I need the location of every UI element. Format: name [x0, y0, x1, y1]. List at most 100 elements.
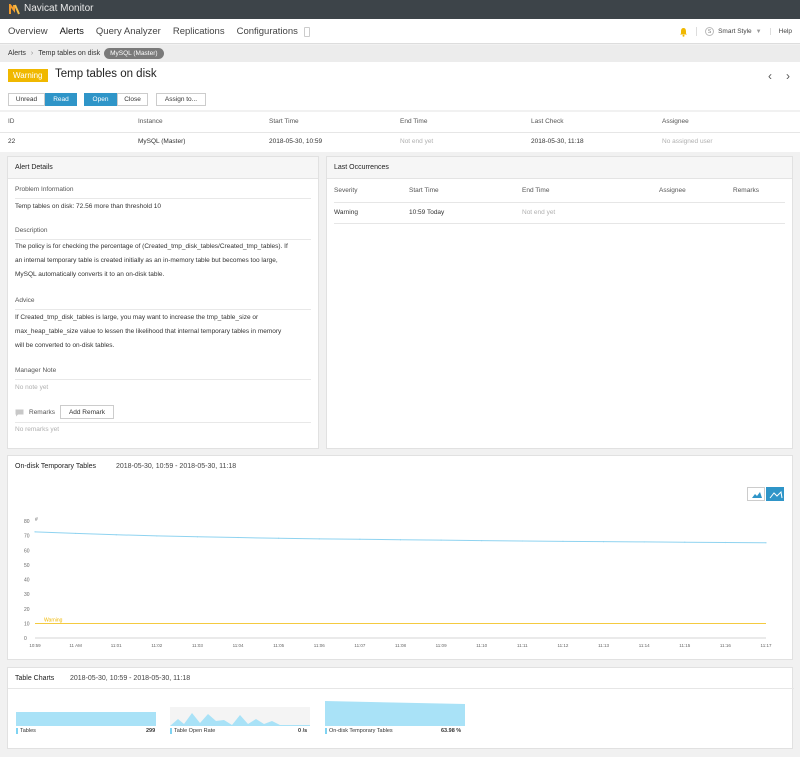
- y-tick-label: 40: [24, 578, 30, 584]
- breadcrumb: Alerts › Temp tables on disk MySQL (Mast…: [0, 45, 800, 62]
- x-tick-label: 11:13: [598, 643, 609, 648]
- nav-more-icon[interactable]: [303, 26, 310, 37]
- nav-alerts[interactable]: Alerts: [60, 19, 84, 44]
- y-tick-label: 10: [24, 621, 30, 627]
- x-tick-label: 11:17: [761, 643, 772, 648]
- advice-line-3: will be converted to on-disk tables.: [15, 342, 115, 349]
- advice-line-1: If Created_tmp_disk_tables is large, you…: [15, 314, 259, 321]
- series-point: [115, 534, 117, 536]
- remarks-label: Remarks: [29, 409, 56, 416]
- series-point: [34, 531, 36, 533]
- series-point: [724, 541, 726, 544]
- summary-end: Not end yet: [400, 138, 434, 145]
- series-point: [196, 536, 199, 538]
- alert-details-panel: Alert Details Problem Information Temp t…: [7, 156, 319, 449]
- x-tick-label: 11:10: [476, 643, 487, 648]
- nav-right: S Smart Style ▼ Help: [679, 19, 792, 44]
- tables-value: 299: [146, 728, 156, 734]
- x-tick-label: 11:01: [111, 643, 122, 648]
- x-tick-label: 11:06: [314, 643, 325, 648]
- summary-header-id: ID: [8, 118, 15, 125]
- next-alert-icon[interactable]: ›: [786, 69, 790, 83]
- x-tick-label: 11:08: [395, 643, 406, 648]
- series-point: [684, 541, 686, 543]
- series-point: [399, 539, 402, 541]
- y-tick-label: 0: [24, 636, 27, 642]
- help-link[interactable]: Help: [769, 28, 792, 35]
- y-tick-label: 80: [24, 519, 30, 525]
- series-point: [562, 540, 564, 542]
- last-occurrences-panel: Last Occurrences Severity Start Time End…: [326, 156, 793, 449]
- assign-button[interactable]: Assign to...: [156, 93, 206, 106]
- chevron-down-icon: ▼: [755, 28, 762, 35]
- summary-divider: [0, 132, 800, 133]
- close-button[interactable]: Close: [117, 93, 148, 106]
- read-button[interactable]: Read: [45, 93, 77, 106]
- chart-title: On-disk Temporary Tables: [15, 463, 97, 470]
- y-axis-label: #: [35, 517, 38, 523]
- on-disk-temp-value: 63.98 %: [441, 728, 462, 734]
- description-label: Description: [15, 227, 48, 234]
- nav-query-analyzer[interactable]: Query Analyzer: [96, 19, 161, 44]
- problem-divider: [15, 198, 311, 199]
- area-chart-toggle[interactable]: [747, 487, 765, 501]
- series-point: [521, 540, 523, 542]
- nav-replications[interactable]: Replications: [173, 19, 225, 44]
- series-point: [278, 537, 280, 539]
- occ-row-start: 10:59 Today: [409, 209, 445, 216]
- table-open-rate-label: Table Open Rate: [174, 728, 216, 734]
- manager-note-label: Manager Note: [15, 367, 57, 374]
- y-tick-label: 30: [24, 592, 30, 598]
- x-tick-label: 11:07: [354, 643, 365, 648]
- style-selector[interactable]: S Smart Style ▼: [696, 27, 762, 36]
- occ-header-end: End Time: [522, 187, 550, 194]
- title-bar: Navicat Monitor: [0, 0, 800, 19]
- app-title: Navicat Monitor: [24, 3, 94, 14]
- series-point: [237, 536, 239, 539]
- tables-label: Tables: [20, 728, 36, 734]
- summary-header-last-check: Last Check: [531, 118, 564, 125]
- add-remark-button[interactable]: Add Remark: [60, 405, 114, 419]
- occ-row-divider: [334, 223, 785, 224]
- unread-button[interactable]: Unread: [8, 93, 45, 106]
- summary-header-instance: Instance: [138, 118, 163, 125]
- summary-last-check: 2018-05-30, 11:18: [531, 138, 584, 145]
- instance-pill: MySQL (Master): [104, 48, 164, 59]
- occ-header-remarks: Remarks: [733, 187, 760, 194]
- navicat-logo-icon: [9, 4, 20, 15]
- table-charts-title: Table Charts: [15, 675, 55, 682]
- alert-pager: ‹ ›: [768, 69, 790, 83]
- breadcrumb-alerts[interactable]: Alerts: [8, 50, 26, 57]
- tables-sparkline: [16, 712, 156, 726]
- action-bar: Unread Read Open Close Assign to...: [0, 90, 800, 110]
- breadcrumb-current: Temp tables on disk: [38, 50, 101, 57]
- nav-configurations[interactable]: Configurations: [237, 19, 298, 44]
- x-tick-label: 11:04: [233, 643, 244, 648]
- occ-header-start: Start Time: [409, 187, 439, 194]
- severity-badge: Warning: [8, 69, 48, 82]
- chart-range: 2018-05-30, 10:59 - 2018-05-30, 11:18: [116, 463, 237, 470]
- nav-overview[interactable]: Overview: [8, 19, 48, 44]
- open-button[interactable]: Open: [84, 93, 117, 106]
- x-tick-label: 11:02: [151, 643, 162, 648]
- line-chart-toggle[interactable]: [766, 487, 784, 501]
- x-tick-label: 11:05: [273, 643, 284, 648]
- bell-icon[interactable]: [679, 27, 688, 37]
- style-label: Smart Style: [718, 28, 752, 35]
- summary-header-assignee: Assignee: [662, 118, 689, 125]
- description-line-1: The policy is for checking the percentag…: [15, 243, 288, 250]
- advice-line-2: max_heap_table_size value to lessen the …: [15, 328, 282, 335]
- x-tick-label: 10:59: [29, 643, 41, 648]
- x-tick-label: 11:09: [436, 643, 447, 648]
- x-tick-label: 11:16: [720, 643, 731, 648]
- y-tick-label: 50: [24, 563, 30, 569]
- chevron-right-icon: ›: [30, 50, 34, 57]
- table-open-rate-sparkline: [170, 707, 310, 726]
- summary-instance: MySQL (Master): [138, 138, 186, 145]
- on-disk-temp-tables-panel: On-disk Temporary Tables 2018-05-30, 10:…: [7, 455, 793, 660]
- on-disk-temp-sparkline: [325, 701, 465, 726]
- previous-alert-icon[interactable]: ‹: [768, 69, 772, 83]
- table-open-rate-value: 0 /s: [298, 728, 308, 734]
- summary-header-end: End Time: [400, 118, 428, 125]
- summary-assignee: No assigned user: [662, 138, 713, 145]
